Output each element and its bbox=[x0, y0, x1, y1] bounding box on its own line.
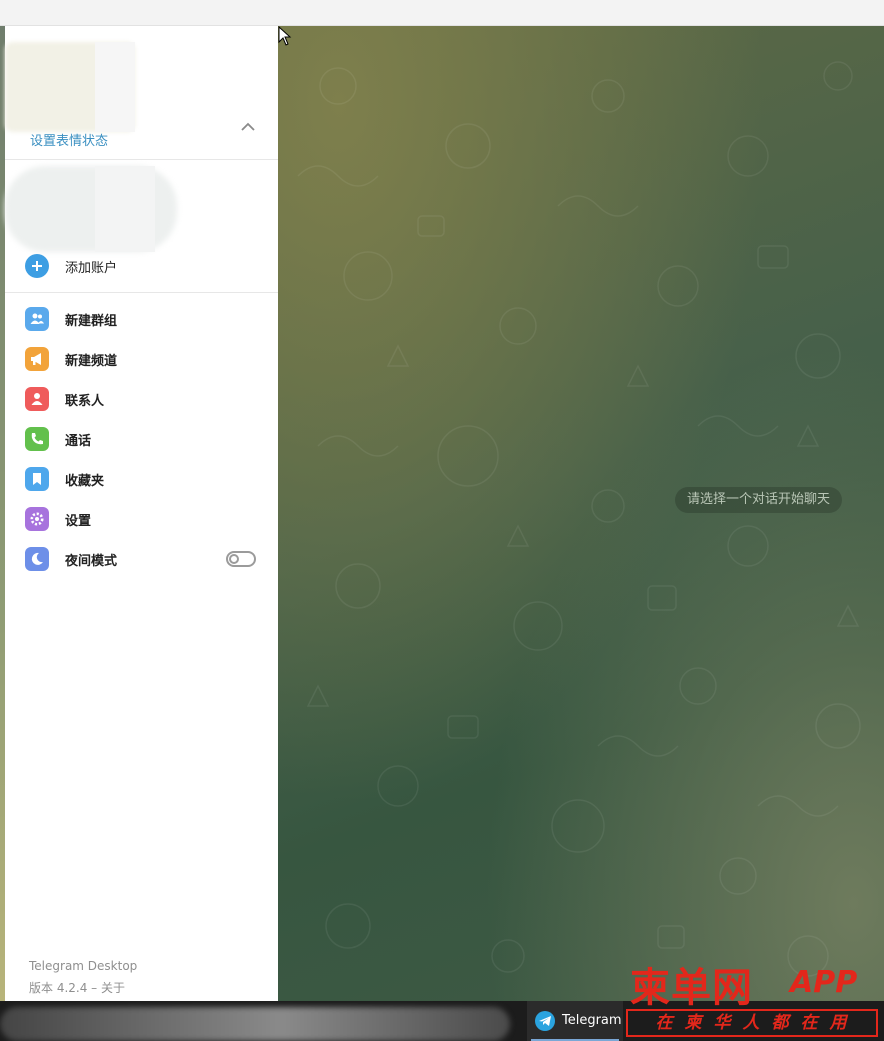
menu-item-label: 设置 bbox=[65, 514, 92, 529]
version-about-link[interactable]: 版本 4.2.4 – 关于 bbox=[29, 979, 125, 996]
mouse-cursor-icon bbox=[278, 26, 292, 46]
bookmark-icon bbox=[25, 467, 49, 491]
set-emoji-status-label: 设置表情状态 bbox=[30, 134, 109, 149]
menu-item-label: 收藏夹 bbox=[65, 474, 105, 489]
chat-background: 请选择一个对话开始聊天 bbox=[278, 26, 884, 1001]
plus-icon bbox=[25, 254, 49, 278]
watermark-slogan: 在柬华人都在用 bbox=[626, 1009, 878, 1037]
menu-item-label: 新建群组 bbox=[65, 314, 118, 329]
menu-item-label: 新建频道 bbox=[65, 354, 118, 369]
menu-item-saved-messages[interactable]: 收藏夹 bbox=[5, 459, 278, 499]
menu-item-new-group[interactable]: 新建群组 bbox=[5, 299, 278, 339]
window-title-strip bbox=[0, 0, 884, 26]
phone-icon bbox=[25, 427, 49, 451]
toggle-knob bbox=[229, 554, 239, 564]
set-emoji-status-button[interactable]: 设置表情状态 bbox=[5, 120, 278, 160]
telegram-icon bbox=[535, 1011, 555, 1031]
other-account-name-blurred bbox=[95, 166, 155, 252]
watermark-app-label: APP bbox=[790, 965, 858, 1000]
megaphone-icon bbox=[25, 347, 49, 371]
divider bbox=[5, 159, 278, 160]
night-mode-toggle[interactable] bbox=[226, 551, 256, 567]
account-name-blurred bbox=[95, 42, 135, 132]
taskbar-app-label: Telegram bbox=[562, 1013, 622, 1028]
side-menu: 设置表情状态 添加账户 新建群组 新建频道 联系人 通话 收藏夹 设置 夜间模式… bbox=[5, 26, 278, 1001]
menu-item-night-mode[interactable]: 夜间模式 bbox=[5, 539, 278, 579]
menu-item-settings[interactable]: 设置 bbox=[5, 499, 278, 539]
taskbar-blurred-items bbox=[0, 1007, 510, 1041]
chevron-up-icon[interactable] bbox=[241, 122, 255, 132]
menu-item-label: 联系人 bbox=[65, 394, 105, 409]
contact-icon bbox=[25, 387, 49, 411]
gear-icon bbox=[25, 507, 49, 531]
menu-item-new-channel[interactable]: 新建频道 bbox=[5, 339, 278, 379]
doodle-pattern bbox=[297, 61, 861, 977]
divider bbox=[5, 292, 278, 293]
menu-item-calls[interactable]: 通话 bbox=[5, 419, 278, 459]
app-name-label: Telegram Desktop bbox=[29, 959, 138, 973]
add-account-label: 添加账户 bbox=[65, 261, 118, 276]
moon-icon bbox=[25, 547, 49, 571]
taskbar-telegram-button[interactable]: Telegram bbox=[527, 1001, 623, 1041]
group-icon bbox=[25, 307, 49, 331]
menu-item-label: 夜间模式 bbox=[65, 554, 118, 569]
menu-item-contacts[interactable]: 联系人 bbox=[5, 379, 278, 419]
watermark-logo: 柬单网 bbox=[630, 964, 753, 1011]
menu-item-label: 通话 bbox=[65, 434, 92, 449]
add-account-button[interactable]: 添加账户 bbox=[5, 246, 278, 286]
select-chat-hint: 请选择一个对话开始聊天 bbox=[675, 487, 843, 513]
